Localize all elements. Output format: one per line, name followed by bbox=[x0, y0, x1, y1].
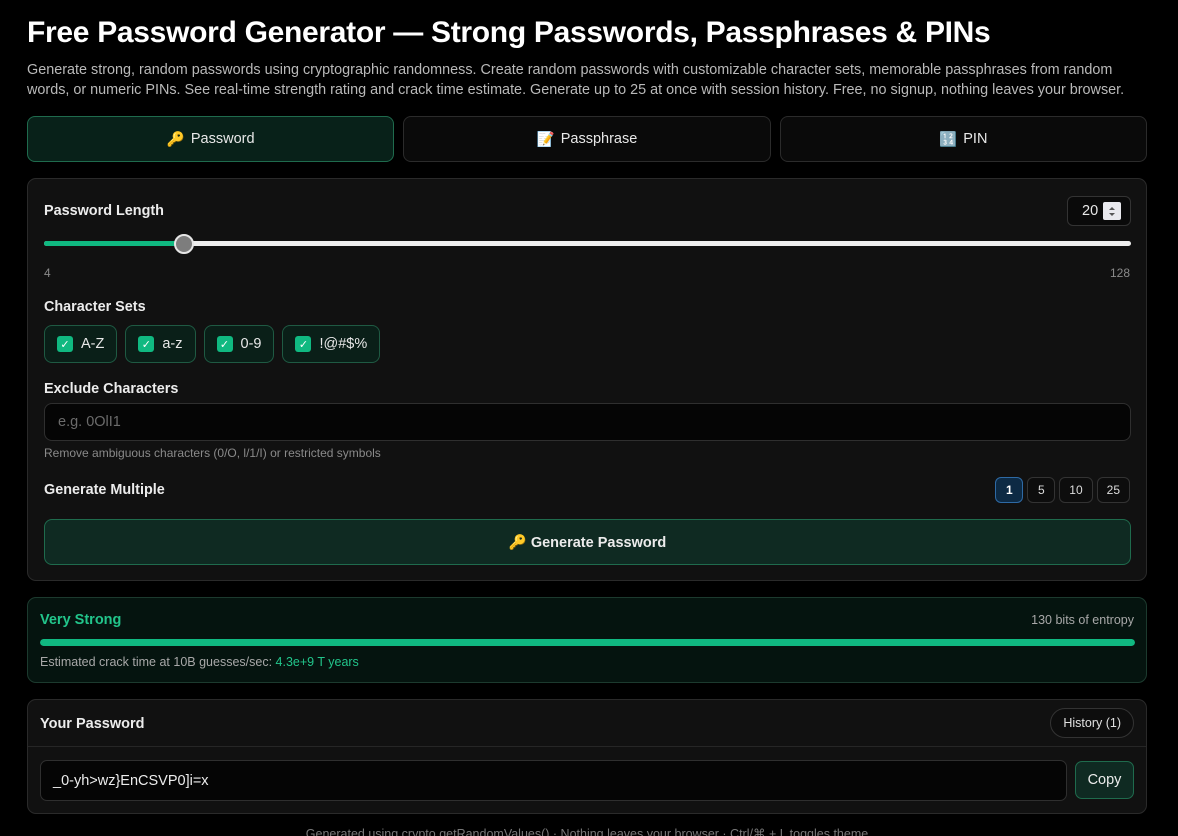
charset-options: ✓ A-Z ✓ a-z ✓ 0-9 ✓ !@#$% bbox=[44, 325, 381, 363]
exclude-hint: Remove ambiguous characters (0/O, l/1/I)… bbox=[44, 446, 381, 460]
numbers-icon: 🔢 bbox=[939, 131, 958, 148]
page-description: Generate strong, random passwords using … bbox=[27, 62, 1125, 98]
strength-meter-fill bbox=[40, 639, 1135, 646]
charset-label: 0-9 bbox=[240, 336, 262, 352]
count-option-5[interactable]: 5 bbox=[1027, 477, 1056, 503]
charsets-label: Character Sets bbox=[44, 299, 146, 315]
crack-time-label: Estimated crack time at 10B guesses/sec: bbox=[40, 655, 273, 669]
slider-fill bbox=[44, 241, 185, 246]
strength-panel: Very Strong 130 bits of entropy Estimate… bbox=[27, 597, 1147, 683]
length-slider[interactable] bbox=[44, 234, 1131, 254]
slider-thumb[interactable] bbox=[174, 234, 195, 254]
entropy-bits: 130 bits of entropy bbox=[1031, 613, 1134, 627]
key-icon: 🔑 bbox=[166, 131, 185, 148]
count-option-10[interactable]: 10 bbox=[1059, 477, 1093, 503]
length-label: Password Length bbox=[44, 203, 164, 219]
charset-lowercase-toggle[interactable]: ✓ a-z bbox=[125, 325, 196, 363]
tab-passphrase[interactable]: 📝 Passphrase bbox=[403, 116, 771, 162]
generate-password-button[interactable]: 🔑 Generate Password bbox=[44, 519, 1131, 565]
strength-rating: Very Strong bbox=[40, 612, 122, 628]
result-panel: Your Password History (1) _0-yh>wz}EnCSV… bbox=[27, 699, 1147, 814]
checkbox-checked-icon[interactable]: ✓ bbox=[138, 336, 155, 352]
checkbox-checked-icon[interactable]: ✓ bbox=[57, 336, 73, 352]
history-button[interactable]: History (1) bbox=[1050, 708, 1134, 738]
slider-track bbox=[44, 241, 1131, 246]
footer-note: Generated using crypto.getRandomValues()… bbox=[305, 827, 869, 836]
divider bbox=[28, 746, 1146, 747]
memo-icon: 📝 bbox=[536, 131, 555, 148]
strength-meter bbox=[40, 639, 1135, 646]
tab-password[interactable]: 🔑 Password bbox=[27, 116, 395, 162]
crack-time: Estimated crack time at 10B guesses/sec:… bbox=[40, 655, 359, 669]
tab-label: Password bbox=[190, 131, 255, 147]
copy-button[interactable]: Copy bbox=[1075, 761, 1134, 799]
spinner-arrows-icon[interactable] bbox=[1103, 202, 1121, 220]
count-option-1[interactable]: 1 bbox=[995, 477, 1024, 503]
crack-time-value: 4.3e+9 T years bbox=[275, 655, 359, 669]
checkbox-checked-icon[interactable]: ✓ bbox=[216, 336, 233, 352]
charset-label: a-z bbox=[162, 336, 183, 352]
page-title: Free Password Generator — Strong Passwor… bbox=[27, 16, 991, 49]
length-max-label: 128 bbox=[1109, 266, 1130, 280]
charset-label: !@#$% bbox=[319, 336, 368, 352]
multiple-label: Generate Multiple bbox=[44, 482, 165, 498]
tab-label: Passphrase bbox=[560, 131, 638, 147]
length-number-input[interactable]: 20 bbox=[1067, 196, 1131, 226]
tab-label: PIN bbox=[963, 131, 988, 147]
mode-tabs: 🔑 Password 📝 Passphrase 🔢 PIN bbox=[27, 116, 1147, 162]
count-option-25[interactable]: 25 bbox=[1096, 477, 1130, 503]
tab-pin[interactable]: 🔢 PIN bbox=[779, 116, 1147, 162]
charset-uppercase-toggle[interactable]: ✓ A-Z bbox=[44, 325, 118, 363]
multiple-count-options: 1 5 10 25 bbox=[995, 477, 1130, 503]
password-output[interactable]: _0-yh>wz}EnCSVP0]i=x bbox=[40, 760, 1067, 801]
result-title: Your Password bbox=[40, 716, 145, 732]
charset-label: A-Z bbox=[81, 336, 105, 352]
options-panel: Password Length 20 4 128 Character Sets … bbox=[27, 178, 1147, 581]
length-min-label: 4 bbox=[44, 266, 51, 280]
exclude-chars-input[interactable]: e.g. 0OlI1 bbox=[44, 403, 1131, 441]
exclude-label: Exclude Characters bbox=[44, 381, 179, 397]
checkbox-checked-icon[interactable]: ✓ bbox=[295, 336, 312, 352]
charset-digits-toggle[interactable]: ✓ 0-9 bbox=[203, 325, 275, 363]
charset-symbols-toggle[interactable]: ✓ !@#$% bbox=[282, 325, 381, 363]
